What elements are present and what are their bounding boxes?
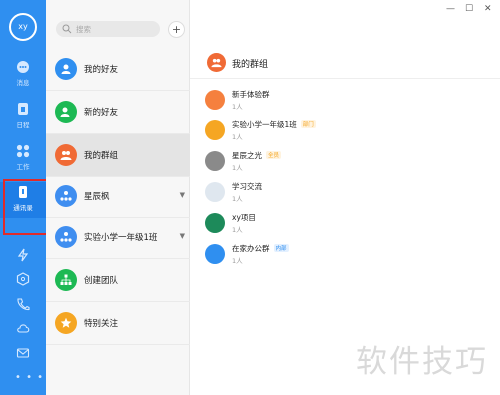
group-member-count: 1人 [232,103,243,111]
list-item-label: 我的好友 [84,65,119,75]
nav-work[interactable]: 工作 [0,144,46,178]
mail-icon[interactable] [16,346,30,360]
group-icon [55,144,77,166]
list-item-special-follow[interactable]: 特别关注 [46,302,190,345]
nav-work-label: 工作 [16,163,30,171]
group-name: 星辰之光 全员 [232,150,282,161]
group-name: 新手体验群 [232,90,270,99]
page-title: 我的群组 [232,60,269,70]
group-name-text: 实验小学一年级1班 [232,120,297,129]
group-row[interactable]: 新手体验群 1人 [205,87,495,117]
group-name-text: 在家办公群 [232,244,270,253]
group-member-count: 1人 [232,164,243,172]
org-icon [55,185,77,207]
user-icon [55,58,77,80]
cube-icon[interactable] [16,272,30,286]
contacts-list-panel: 搜索 + 我的好友 新的好友 我的群组 星辰枫 ▼ 实验小学一年级1班 ▼ 创建… [46,0,190,395]
group-row[interactable]: xy项目 1人 [205,210,495,240]
group-icon [207,53,226,72]
org-tree-icon [55,269,77,291]
nav-calendar-label: 日程 [16,121,30,129]
avatar[interactable]: xy [9,13,37,41]
list-item-label: 实验小学一年级1班 [84,233,158,243]
group-name: xy项目 [232,213,256,222]
group-member-count: 1人 [232,133,243,141]
group-avatar-icon [205,182,225,202]
watermark: 软件技巧 [356,344,488,380]
add-button[interactable]: + [168,21,185,38]
group-avatar-icon [205,213,225,233]
nav-calendar[interactable]: 日程 [0,102,46,136]
group-member-count: 1人 [232,257,243,265]
group-row[interactable]: 学习交流 1人 [205,179,495,209]
add-user-icon [55,101,77,123]
group-tag: 内部 [273,244,289,252]
group-avatar-icon [205,90,225,110]
group-member-count: 1人 [232,195,243,203]
minimize-button[interactable]: — [446,4,455,14]
search-placeholder: 搜索 [76,25,91,34]
group-avatar-icon [205,120,225,140]
list-item-my-groups[interactable]: 我的群组 [46,134,190,177]
group-name: 实验小学一年级1班 部门 [232,119,316,130]
calendar-icon [18,103,28,115]
group-row[interactable]: 在家办公群 内部 1人 [205,241,495,271]
group-row[interactable]: 实验小学一年级1班 部门 1人 [205,117,495,147]
group-avatar-icon [205,244,225,264]
list-item-label: 星辰枫 [84,192,110,202]
nav-messages[interactable]: 消息 [0,60,46,94]
group-name: 在家办公群 内部 [232,243,289,254]
maximize-button[interactable]: ☐ [465,4,473,14]
search-input[interactable]: 搜索 [56,21,160,37]
star-icon [55,312,77,334]
phone-icon[interactable] [16,297,30,311]
chevron-down-icon[interactable]: ▼ [180,191,185,199]
group-row[interactable]: 星辰之光 全员 1人 [205,148,495,178]
panel-header: 我的群组 [190,47,500,79]
list-item-label: 创建团队 [84,276,119,286]
group-tag: 部门 [300,120,316,128]
list-item-label: 我的群组 [84,151,119,161]
lightning-icon[interactable] [16,248,30,262]
group-member-count: 1人 [232,226,243,234]
cloud-icon[interactable] [16,321,30,335]
list-item-org-class[interactable]: 实验小学一年级1班 ▼ [46,216,190,259]
list-item-new-friends[interactable]: 新的好友 [46,91,190,134]
chevron-down-icon[interactable]: ▼ [180,232,185,240]
nav-messages-label: 消息 [16,79,30,87]
search-icon [62,24,72,34]
more-menu[interactable]: • • • [15,372,44,383]
list-item-org-xingchenfeng[interactable]: 星辰枫 ▼ [46,175,190,218]
chat-icon [17,61,29,73]
group-tag: 全员 [266,151,282,159]
org-icon [55,226,77,248]
list-item-create-team[interactable]: 创建团队 [46,259,190,302]
group-avatar-icon [205,151,225,171]
list-item-label: 新的好友 [84,108,119,118]
list-item-my-friends[interactable]: 我的好友 [46,48,190,91]
list-item-label: 特别关注 [84,319,119,329]
close-button[interactable]: ✕ [484,4,492,14]
group-name: 学习交流 [232,182,262,191]
apps-grid-icon [16,144,30,158]
group-name-text: 星辰之光 [232,151,262,160]
